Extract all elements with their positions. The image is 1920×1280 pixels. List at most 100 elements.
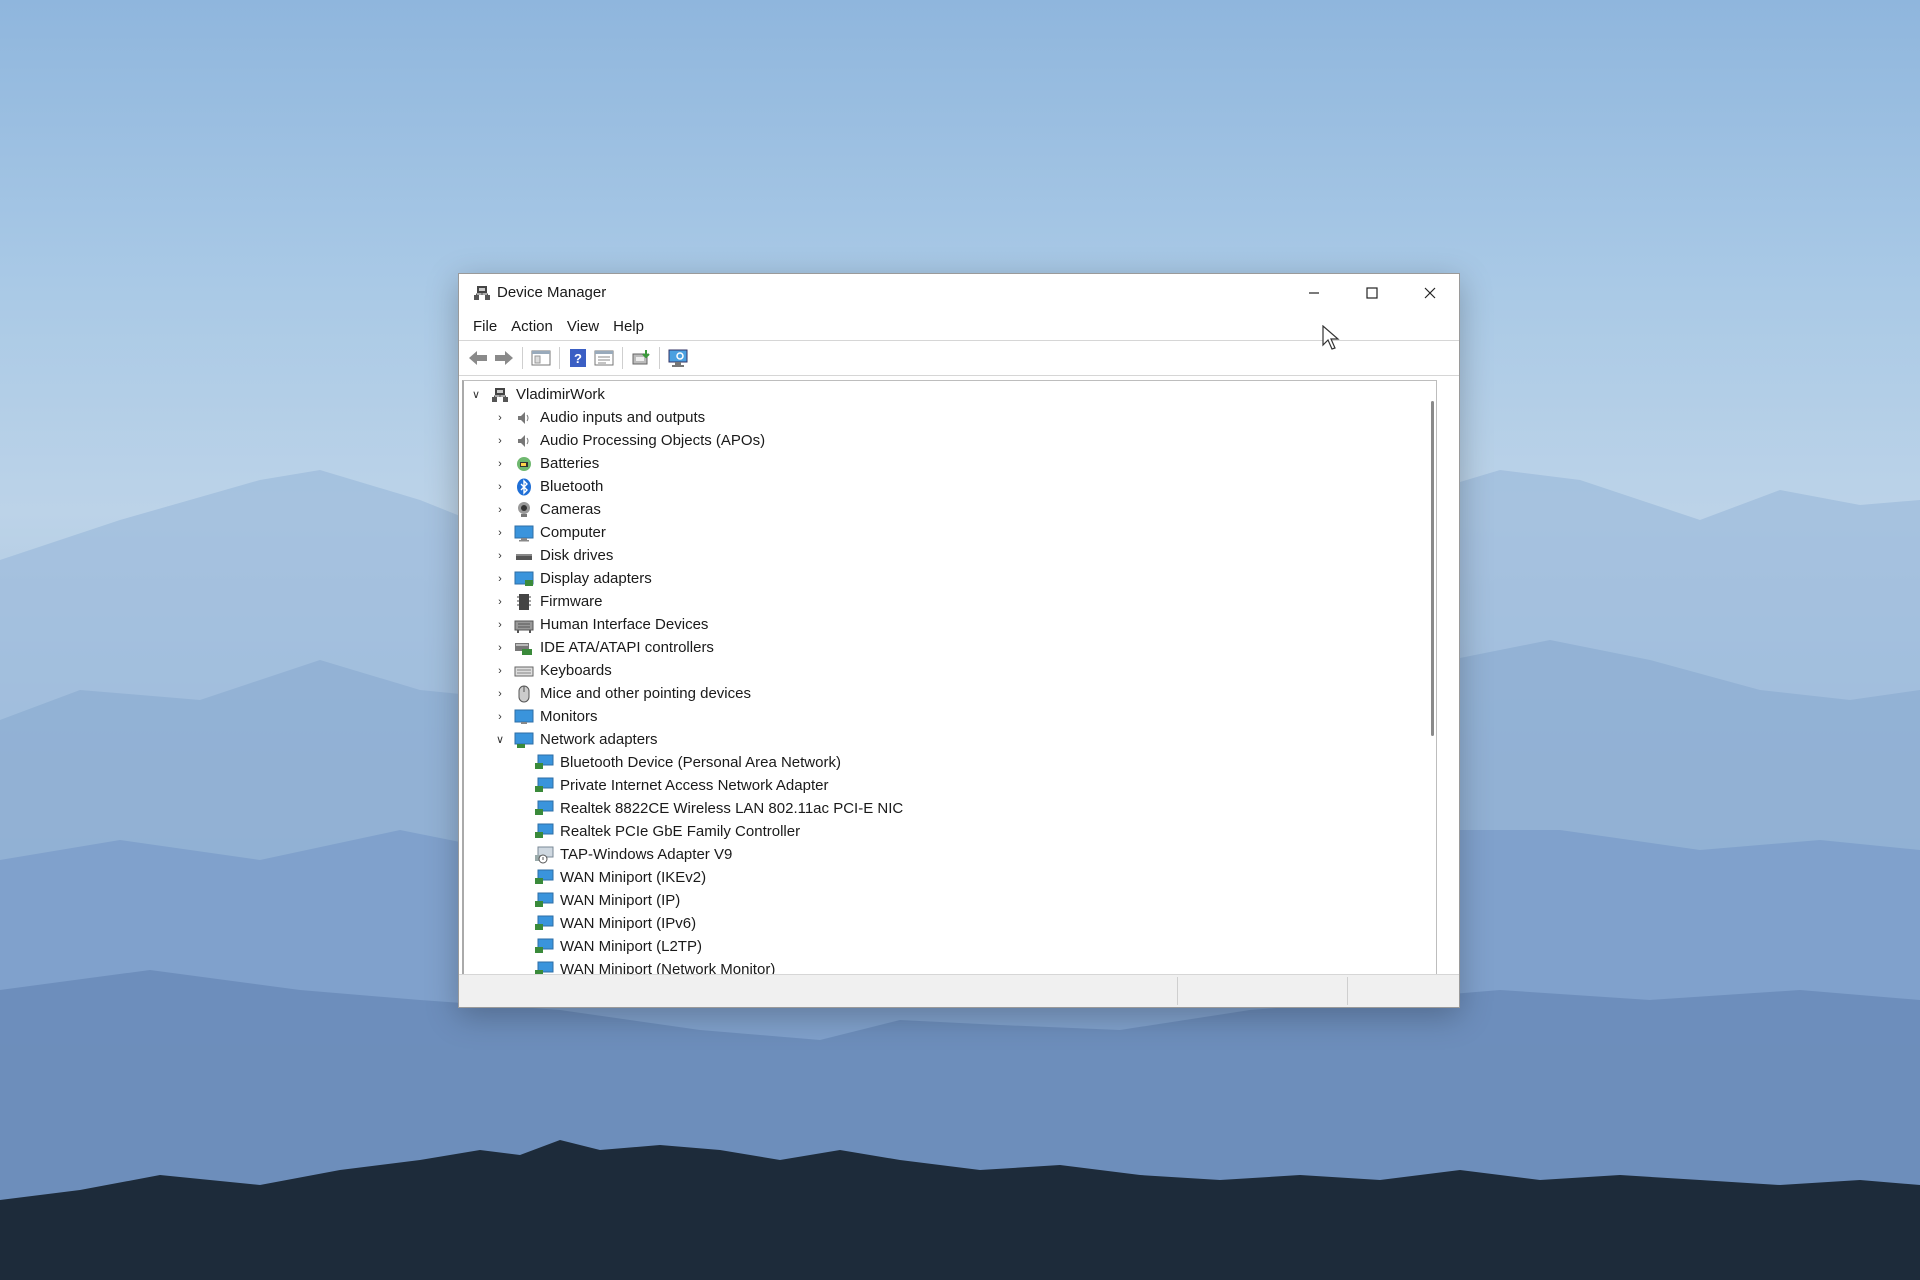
network-adapter-icon: [534, 892, 554, 910]
tree-item-hid[interactable]: › Human Interface Devices: [492, 613, 708, 636]
network-adapter-icon: [534, 754, 554, 772]
hid-icon: [514, 616, 534, 634]
tree-item-label: Batteries: [540, 455, 600, 472]
toolbar-separator: [522, 347, 523, 369]
menu-help[interactable]: Help: [609, 318, 654, 335]
chevron-right-icon[interactable]: ›: [492, 688, 508, 700]
status-bar: [459, 974, 1459, 1007]
network-device-item[interactable]: Realtek 8822CE Wireless LAN 802.11ac PCI…: [528, 797, 903, 820]
back-button[interactable]: [465, 345, 491, 371]
computer-icon: [490, 386, 510, 404]
tree-item-cameras[interactable]: › Cameras: [492, 498, 601, 521]
firmware-icon: [514, 593, 534, 611]
tree-item-bluetooth[interactable]: › Bluetooth: [492, 475, 603, 498]
tree-item-batteries[interactable]: › Batteries: [492, 452, 599, 475]
chevron-right-icon[interactable]: ›: [492, 527, 508, 539]
chevron-right-icon[interactable]: ›: [492, 642, 508, 654]
minimize-button[interactable]: [1285, 274, 1343, 312]
chevron-right-icon[interactable]: ›: [492, 435, 508, 447]
tree-item-keyboards[interactable]: › Keyboards: [492, 659, 612, 682]
menu-bar: File Action View Help: [459, 312, 1459, 340]
chevron-down-icon[interactable]: ∨: [468, 388, 484, 401]
status-divider: [1177, 977, 1178, 1005]
speaker-icon: [514, 432, 534, 450]
keyboard-icon: [514, 662, 534, 680]
chevron-right-icon[interactable]: ›: [492, 596, 508, 608]
chevron-right-icon[interactable]: ›: [492, 458, 508, 470]
tree-item-ide[interactable]: › IDE ATA/ATAPI controllers: [492, 636, 714, 659]
chevron-right-icon[interactable]: ›: [492, 573, 508, 585]
speaker-icon: [514, 409, 534, 427]
network-device-item[interactable]: WAN Miniport (IP): [528, 889, 680, 912]
network-device-item[interactable]: WAN Miniport (IKEv2): [528, 866, 706, 889]
scan-hardware-icon: [668, 349, 688, 367]
minimize-icon: [1309, 292, 1319, 294]
network-adapter-icon: [534, 800, 554, 818]
network-device-item[interactable]: WAN Miniport (L2TP): [528, 935, 702, 958]
tree-item-label: Audio Processing Objects (APOs): [540, 432, 766, 449]
tree-item-label: Realtek PCIe GbE Family Controller: [560, 823, 801, 840]
tree-item-label: TAP-Windows Adapter V9: [560, 846, 733, 863]
tree-item-label: Monitors: [540, 708, 598, 725]
chevron-right-icon[interactable]: ›: [492, 665, 508, 677]
menu-view[interactable]: View: [563, 318, 609, 335]
status-divider: [1347, 977, 1348, 1005]
mouse-icon: [514, 685, 534, 703]
network-adapter-icon: [534, 823, 554, 841]
close-button[interactable]: [1401, 274, 1459, 312]
bluetooth-icon: [514, 478, 534, 496]
show-hide-console-tree-button[interactable]: [528, 345, 554, 371]
network-adapter-icon: [534, 915, 554, 933]
tree-item-audio-inputs[interactable]: › Audio inputs and outputs: [492, 406, 705, 429]
tree-item-monitors[interactable]: › Monitors: [492, 705, 598, 728]
close-icon: [1424, 287, 1436, 299]
menu-action[interactable]: Action: [507, 318, 563, 335]
tree-item-label: WAN Miniport (IP): [560, 892, 681, 909]
tree-item-label: IDE ATA/ATAPI controllers: [540, 639, 714, 656]
tree-item-label: Human Interface Devices: [540, 616, 709, 633]
chevron-right-icon[interactable]: ›: [492, 550, 508, 562]
tree-item-label: Private Internet Access Network Adapter: [560, 777, 829, 794]
tree-root[interactable]: ∨ VladimirWork: [468, 383, 605, 406]
tree-item-label: Disk drives: [540, 547, 614, 564]
forward-button[interactable]: [491, 345, 517, 371]
update-driver-button[interactable]: [628, 345, 654, 371]
tree-item-display-adapters[interactable]: › Display adapters: [492, 567, 652, 590]
maximize-button[interactable]: [1343, 274, 1401, 312]
network-device-item[interactable]: Realtek PCIe GbE Family Controller: [528, 820, 800, 843]
tree-item-label: WAN Miniport (IPv6): [560, 915, 697, 932]
tree-item-label: Bluetooth: [540, 478, 604, 495]
properties-button[interactable]: [591, 345, 617, 371]
tree-item-apos[interactable]: › Audio Processing Objects (APOs): [492, 429, 765, 452]
tree-item-network-adapters[interactable]: ∨ Network adapters: [492, 728, 658, 751]
tree-item-label: Keyboards: [540, 662, 612, 679]
chevron-right-icon[interactable]: ›: [492, 481, 508, 493]
chevron-right-icon[interactable]: ›: [492, 412, 508, 424]
scan-hardware-button[interactable]: [665, 345, 691, 371]
tree-item-label: Display adapters: [540, 570, 652, 587]
tree-item-firmware[interactable]: › Firmware: [492, 590, 603, 613]
title-bar[interactable]: Device Manager: [459, 274, 1459, 312]
tree-item-label: Cameras: [540, 501, 601, 518]
vertical-scrollbar[interactable]: [1431, 401, 1434, 736]
tree-item-disk-drives[interactable]: › Disk drives: [492, 544, 613, 567]
chevron-down-icon[interactable]: ∨: [492, 733, 508, 746]
chevron-right-icon[interactable]: ›: [492, 504, 508, 516]
menu-file[interactable]: File: [469, 318, 507, 335]
tree-item-label: Firmware: [540, 593, 603, 610]
network-device-item[interactable]: WAN Miniport (Network Monitor): [528, 958, 776, 975]
chevron-right-icon[interactable]: ›: [492, 711, 508, 723]
device-manager-window: Device Manager File Action View Help ? ∨…: [458, 273, 1460, 1008]
tree-item-computer[interactable]: › Computer: [492, 521, 606, 544]
tree-item-label: Mice and other pointing devices: [540, 685, 751, 702]
chevron-right-icon[interactable]: ›: [492, 619, 508, 631]
device-tree[interactable]: ∨ VladimirWork › Audio inputs and output…: [462, 380, 1437, 975]
network-device-item[interactable]: Bluetooth Device (Personal Area Network): [528, 751, 841, 774]
tree-item-label: WAN Miniport (Network Monitor): [560, 961, 776, 975]
network-device-item[interactable]: WAN Miniport (IPv6): [528, 912, 696, 935]
network-device-item[interactable]: TAP-Windows Adapter V9: [528, 843, 732, 866]
toolbar-separator: [659, 347, 660, 369]
tree-item-mice[interactable]: › Mice and other pointing devices: [492, 682, 751, 705]
help-button[interactable]: ?: [565, 345, 591, 371]
network-device-item[interactable]: Private Internet Access Network Adapter: [528, 774, 828, 797]
